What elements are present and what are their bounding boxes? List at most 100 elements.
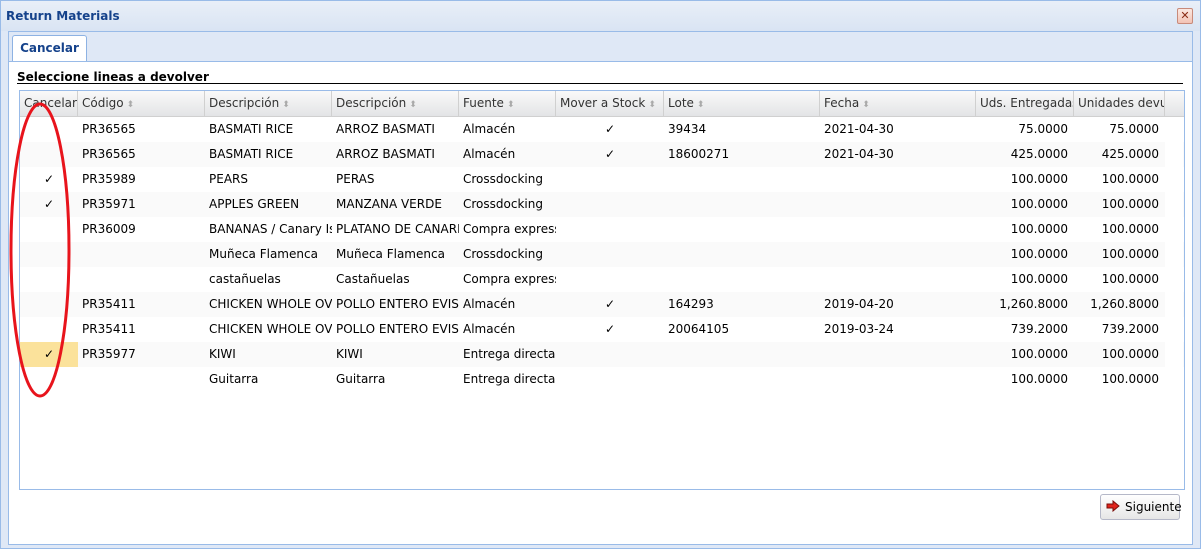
table-row[interactable]: Guitarra Guitarra Entrega directa 100.0000 1… bbox=[20, 367, 1184, 392]
column-header-descripcion-es[interactable]: Descripción ⬍ bbox=[332, 91, 459, 116]
cell-descripcion-es: KIWI bbox=[336, 347, 363, 361]
column-header-codigo[interactable]: Código ⬍ bbox=[78, 91, 205, 116]
cell-descripcion-en: BASMATI RICE bbox=[209, 147, 294, 161]
cell-mover-a-stock[interactable] bbox=[556, 217, 664, 242]
table-row[interactable]: PR36009 BANANAS / Canary Isla PLATANO DE C… bbox=[20, 217, 1184, 242]
cell-codigo: PR35411 bbox=[82, 297, 136, 311]
sort-icon[interactable]: ⬍ bbox=[697, 100, 705, 110]
cell-lote bbox=[664, 192, 820, 217]
cancel-checkbox-cell[interactable]: ✓ bbox=[20, 192, 78, 217]
window-titlebar[interactable]: Return Materials ✕ bbox=[1, 1, 1200, 31]
cell-descripcion-es: Castañuelas bbox=[336, 272, 410, 286]
cell-fecha bbox=[820, 217, 976, 242]
cell-mover-a-stock[interactable] bbox=[556, 192, 664, 217]
cell-descripcion-en: castañuelas bbox=[209, 272, 281, 286]
cancel-checkbox-cell[interactable] bbox=[20, 117, 78, 142]
cell-codigo bbox=[78, 267, 205, 292]
window-title: Return Materials bbox=[6, 9, 120, 23]
cancel-checkbox-cell[interactable]: ✓ bbox=[20, 167, 78, 192]
table-row[interactable]: PR36565 BASMATI RICE ARROZ BASMATI Almacén ✓… bbox=[20, 142, 1184, 167]
cell-fecha: 2019-03-24 bbox=[824, 322, 894, 336]
cell-unidades-devueltas: 739.2000 bbox=[1101, 322, 1159, 336]
cell-codigo bbox=[78, 367, 205, 392]
table-row[interactable]: Muñeca Flamenca Muñeca Flamenca Crossdocki… bbox=[20, 242, 1184, 267]
cell-mover-a-stock[interactable] bbox=[556, 167, 664, 192]
cell-uds-entregadas: 100.0000 bbox=[1010, 272, 1068, 286]
cell-uds-entregadas: 100.0000 bbox=[1010, 172, 1068, 186]
sort-icon[interactable]: ⬍ bbox=[282, 100, 290, 110]
table-row[interactable]: ✓ PR35977 KIWI KIWI Entrega directa 100.0000 1… bbox=[20, 342, 1184, 367]
siguiente-button[interactable]: Siguiente bbox=[1100, 494, 1182, 520]
column-header-uds-entregadas[interactable]: Uds. Entregadas⬍ bbox=[976, 91, 1074, 116]
column-header-fecha[interactable]: Fecha ⬍ bbox=[820, 91, 976, 116]
cancel-checkbox-cell[interactable]: ✓ bbox=[20, 342, 78, 367]
cancel-checkbox-cell[interactable] bbox=[20, 217, 78, 242]
cell-mover-a-stock[interactable] bbox=[556, 342, 664, 367]
red-arrow-right-icon bbox=[1106, 500, 1120, 512]
cell-descripcion-es: Muñeca Flamenca bbox=[336, 247, 445, 261]
cell-fuente: Compra express bbox=[463, 272, 556, 286]
section-divider bbox=[17, 83, 1183, 84]
sort-icon[interactable]: ⬍ bbox=[648, 100, 656, 110]
cell-mover-a-stock[interactable]: ✓ bbox=[556, 292, 664, 317]
cell-fecha bbox=[820, 192, 976, 217]
sort-icon[interactable]: ⬍ bbox=[127, 100, 135, 110]
cell-descripcion-es: Guitarra bbox=[336, 372, 386, 386]
close-icon[interactable]: ✕ bbox=[1177, 8, 1193, 24]
table-row[interactable]: PR35411 CHICKEN WHOLE OVEN POLLO ENTERO EV… bbox=[20, 317, 1184, 342]
table-row[interactable]: ✓ PR35989 PEARS PERAS Crossdocking 100.0000 10… bbox=[20, 167, 1184, 192]
cell-descripcion-es: PERAS bbox=[336, 172, 375, 186]
cancel-checkbox-cell[interactable] bbox=[20, 292, 78, 317]
cell-uds-entregadas: 100.0000 bbox=[1010, 222, 1068, 236]
cancel-checkbox-cell[interactable] bbox=[20, 267, 78, 292]
sort-icon[interactable]: ⬍ bbox=[862, 100, 870, 110]
cell-lote: 39434 bbox=[668, 122, 707, 136]
table-row[interactable]: castañuelas Castañuelas Compra express 100.… bbox=[20, 267, 1184, 292]
column-header-label: Descripción bbox=[336, 96, 407, 110]
cell-fuente: Entrega directa bbox=[463, 347, 556, 361]
cell-descripcion-es: POLLO ENTERO EVISCE bbox=[336, 322, 459, 336]
table-row[interactable]: PR35411 CHICKEN WHOLE OVEN POLLO ENTERO EV… bbox=[20, 292, 1184, 317]
cancel-checkbox-cell[interactable] bbox=[20, 242, 78, 267]
column-header-lote[interactable]: Lote ⬍ bbox=[664, 91, 820, 116]
cell-descripcion-en: Guitarra bbox=[209, 372, 259, 386]
cell-descripcion-es: POLLO ENTERO EVISCE bbox=[336, 297, 459, 311]
cell-fuente: Almacén bbox=[463, 297, 516, 311]
cancel-checkbox-cell[interactable] bbox=[20, 317, 78, 342]
tab-cancelar[interactable]: Cancelar bbox=[12, 35, 87, 61]
sort-icon[interactable]: ⬍ bbox=[409, 100, 417, 110]
cell-mover-a-stock[interactable] bbox=[556, 242, 664, 267]
column-header-label: Cancelar bbox=[24, 96, 77, 110]
table-row[interactable]: PR36565 BASMATI RICE ARROZ BASMATI Almacén ✓… bbox=[20, 117, 1184, 142]
cell-mover-a-stock[interactable] bbox=[556, 267, 664, 292]
column-header-label: Código bbox=[82, 96, 124, 110]
table-row[interactable]: ✓ PR35971 APPLES GREEN MANZANA VERDE Crossdo… bbox=[20, 192, 1184, 217]
cell-lote bbox=[664, 167, 820, 192]
column-header-mover-a-stock[interactable]: Mover a Stock ⬍ bbox=[556, 91, 664, 116]
cell-unidades-devueltas: 100.0000 bbox=[1101, 247, 1159, 261]
cell-mover-a-stock[interactable]: ✓ bbox=[556, 142, 664, 167]
return-lines-grid: Cancelar⬍Código⬍Descripción⬍Descripción⬍… bbox=[19, 90, 1185, 490]
cell-uds-entregadas: 100.0000 bbox=[1010, 347, 1068, 361]
grid-scrollbar[interactable] bbox=[1165, 117, 1183, 489]
cell-mover-a-stock[interactable]: ✓ bbox=[556, 117, 664, 142]
window-body: Cancelar Seleccione lineas a devolver Ca… bbox=[8, 31, 1193, 545]
siguiente-label: Siguiente bbox=[1125, 500, 1182, 514]
cell-uds-entregadas: 1,260.8000 bbox=[999, 297, 1068, 311]
column-header-unidades-devueltas[interactable]: Unidades devuel⬍ bbox=[1074, 91, 1165, 116]
column-header-cancelar[interactable]: Cancelar⬍ bbox=[20, 91, 78, 116]
cell-lote bbox=[664, 242, 820, 267]
cell-codigo: PR35977 bbox=[82, 347, 136, 361]
cell-unidades-devueltas: 100.0000 bbox=[1101, 272, 1159, 286]
cell-lote: 164293 bbox=[668, 297, 714, 311]
cancel-checkbox-cell[interactable] bbox=[20, 142, 78, 167]
cell-lote bbox=[664, 342, 820, 367]
sort-icon[interactable]: ⬍ bbox=[507, 100, 515, 110]
cell-codigo: PR35989 bbox=[82, 172, 136, 186]
cell-mover-a-stock[interactable] bbox=[556, 367, 664, 392]
cell-mover-a-stock[interactable]: ✓ bbox=[556, 317, 664, 342]
column-header-fuente[interactable]: Fuente ⬍ bbox=[459, 91, 556, 116]
column-header-descripcion-en[interactable]: Descripción ⬍ bbox=[205, 91, 332, 116]
cell-fuente: Almacén bbox=[463, 147, 516, 161]
cancel-checkbox-cell[interactable] bbox=[20, 367, 78, 392]
